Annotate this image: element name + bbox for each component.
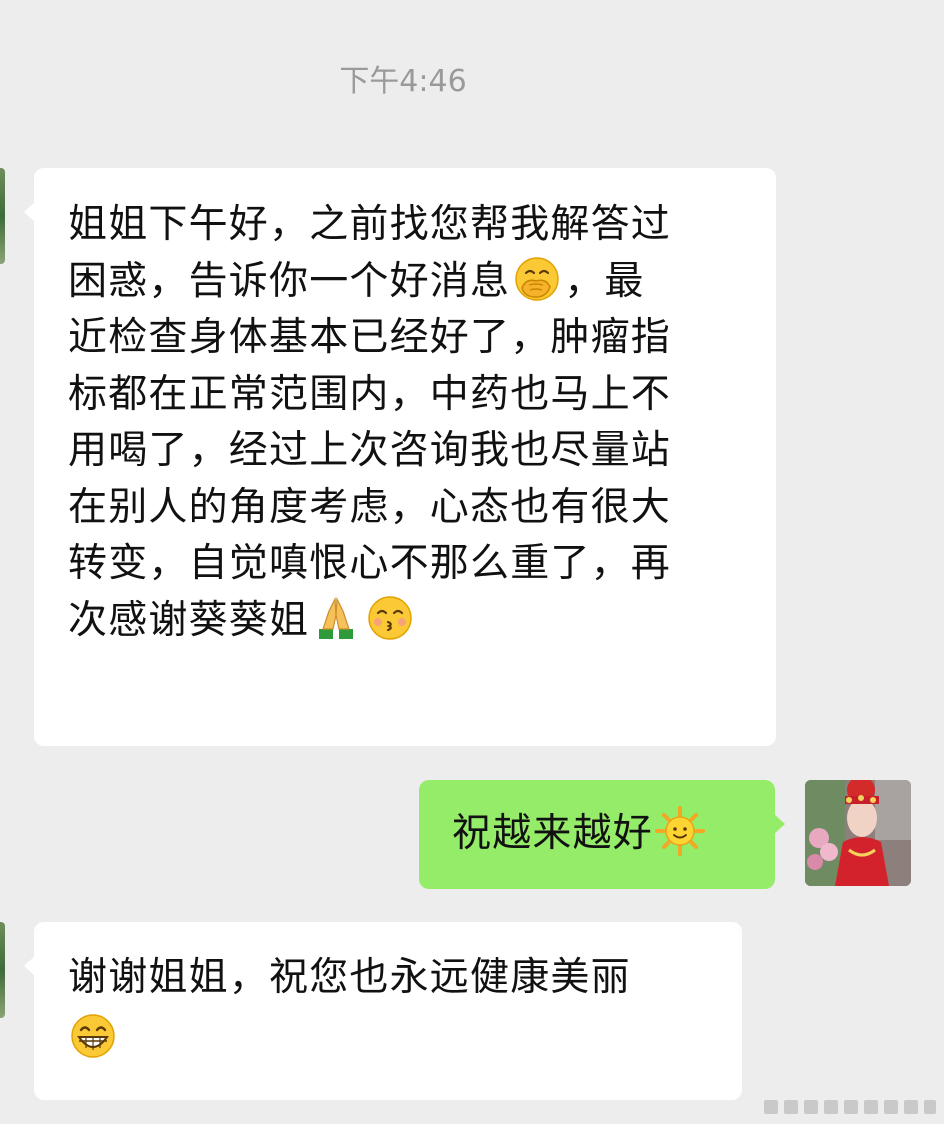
message-text: 谢谢姐姐，祝您也永远健康美丽	[68, 955, 631, 1000]
contact-avatar[interactable]	[0, 922, 5, 1018]
contact-avatar[interactable]	[0, 168, 5, 264]
kissing-face-icon	[365, 593, 415, 643]
message-text: 祝越来越好	[452, 811, 654, 856]
chat-window: 下午4:46 姐姐下午好，之前找您帮我解答过 困惑，告诉你一个好消息 ，最 近检…	[0, 0, 944, 1124]
grinning-face-icon	[68, 1011, 118, 1061]
avatar-image	[805, 780, 911, 886]
message-text-continued: ，最 近检查身体基本已经好了，肿瘤指 标都在正常范围内，中药也马上不 用喝了，经…	[68, 258, 672, 643]
incoming-message-bubble[interactable]: 谢谢姐姐，祝您也永远健康美丽	[24, 922, 742, 1100]
watermark-logo	[764, 1100, 936, 1114]
outgoing-message-bubble[interactable]: 祝越来越好	[419, 780, 785, 889]
user-avatar[interactable]	[805, 780, 911, 886]
face-with-hand-over-mouth-icon	[512, 254, 562, 304]
message-timestamp: 下午4:46	[339, 64, 467, 99]
folded-hands-icon	[311, 593, 361, 643]
incoming-message-bubble[interactable]: 姐姐下午好，之前找您帮我解答过 困惑，告诉你一个好消息 ，最 近检查身体基本已经…	[24, 168, 776, 746]
sun-with-face-icon	[655, 806, 706, 856]
